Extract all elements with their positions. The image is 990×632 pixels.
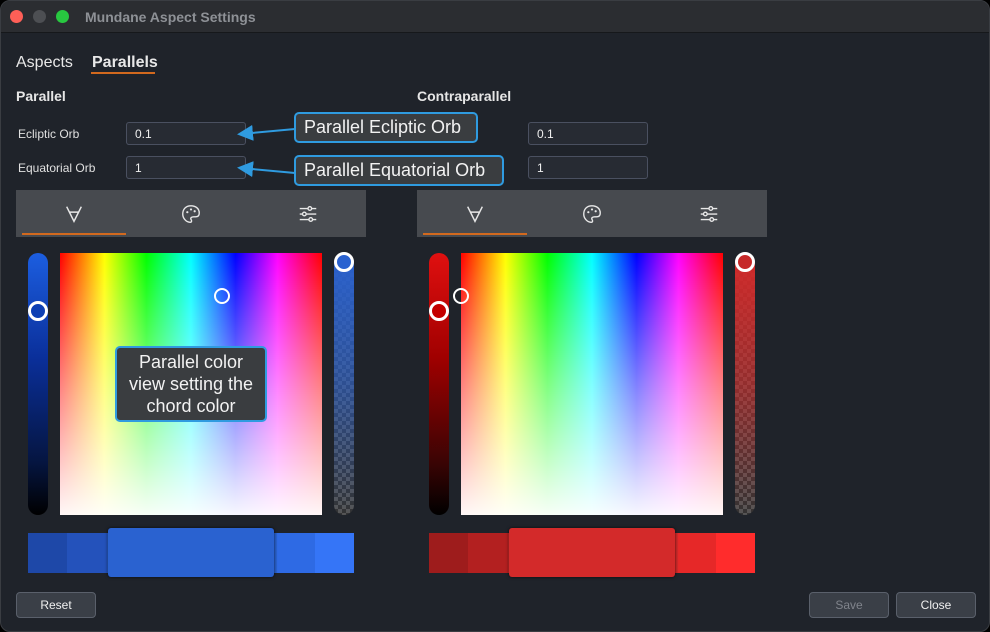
parallel-sliders-tab[interactable] (250, 190, 366, 237)
ecliptic-orb-label: Ecliptic Orb (18, 127, 80, 141)
palette-icon (583, 204, 601, 223)
contraparallel-opacity-slider[interactable] (735, 253, 755, 515)
parallel-brightness-slider[interactable] (28, 253, 48, 515)
contraparallel-color-square-knob[interactable] (453, 288, 469, 304)
parallel-equatorial-orb-input[interactable] (126, 156, 246, 179)
active-mode-indicator (423, 233, 527, 235)
contraparallel-ecliptic-orb-input[interactable] (528, 122, 648, 145)
parallel-brightness-knob[interactable] (28, 301, 48, 321)
contraparallel-sliders-tab[interactable] (651, 190, 767, 237)
eyedropper-icon (467, 205, 483, 223)
tab-aspects[interactable]: Aspects (16, 54, 73, 72)
title-bar: Mundane Aspect Settings (1, 1, 989, 33)
parallel-color-square-knob[interactable] (214, 288, 230, 304)
contraparallel-current-color-swatch[interactable] (509, 528, 675, 577)
equatorial-arrow (237, 161, 296, 178)
settings-window: Mundane Aspect Settings Aspects Parallel… (0, 0, 990, 632)
parallel-color-toolbar (16, 190, 366, 237)
ecliptic-orb-callout: Parallel Ecliptic Orb (294, 112, 478, 143)
parallel-palette-tab[interactable] (133, 190, 249, 237)
eyedropper-icon (66, 205, 82, 223)
swatch[interactable] (468, 533, 508, 573)
brightness-gradient (28, 253, 48, 515)
ecliptic-arrow (237, 124, 296, 141)
sliders-icon (299, 205, 317, 222)
contraparallel-color-square[interactable] (461, 253, 723, 515)
close-button[interactable]: Close (896, 592, 976, 618)
color-view-callout: Parallel color view setting the chord co… (115, 346, 267, 422)
close-window-button[interactable] (10, 10, 23, 23)
window-title: Mundane Aspect Settings (85, 9, 256, 25)
sliders-icon (700, 205, 718, 222)
opacity-gradient (334, 253, 354, 515)
contraparallel-eyedropper-tab[interactable] (417, 190, 533, 237)
opacity-gradient (735, 253, 755, 515)
saturation-gradient (461, 253, 723, 515)
swatch[interactable] (67, 533, 107, 573)
contraparallel-equatorial-orb-input[interactable] (528, 156, 648, 179)
equatorial-orb-callout: Parallel Equatorial Orb (294, 155, 504, 186)
parallel-opacity-knob[interactable] (334, 252, 354, 272)
parallel-current-color-swatch[interactable] (108, 528, 274, 577)
save-button[interactable]: Save (809, 592, 889, 618)
swatch[interactable] (716, 533, 755, 573)
contraparallel-brightness-slider[interactable] (429, 253, 449, 515)
reset-button[interactable]: Reset (16, 592, 96, 618)
parallel-eyedropper-tab[interactable] (16, 190, 132, 237)
tab-parallels[interactable]: Parallels (92, 54, 158, 72)
contraparallel-palette-tab[interactable] (534, 190, 650, 237)
swatch[interactable] (678, 533, 716, 573)
parallel-ecliptic-orb-input[interactable] (126, 122, 246, 145)
swatch[interactable] (429, 533, 468, 573)
minimize-window-button[interactable] (33, 10, 46, 23)
parallel-section-title: Parallel (16, 88, 66, 104)
active-tab-indicator (91, 72, 155, 74)
swatch[interactable] (277, 533, 315, 573)
swatch[interactable] (315, 533, 354, 573)
contraparallel-brightness-knob[interactable] (429, 301, 449, 321)
contraparallel-opacity-knob[interactable] (735, 252, 755, 272)
palette-icon (182, 204, 200, 223)
parallel-opacity-slider[interactable] (334, 253, 354, 515)
zoom-window-button[interactable] (56, 10, 69, 23)
active-mode-indicator (22, 233, 126, 235)
contraparallel-section-title: Contraparallel (417, 88, 512, 104)
swatch[interactable] (28, 533, 67, 573)
brightness-gradient (429, 253, 449, 515)
equatorial-orb-label: Equatorial Orb (18, 161, 96, 175)
contraparallel-color-toolbar (417, 190, 767, 237)
